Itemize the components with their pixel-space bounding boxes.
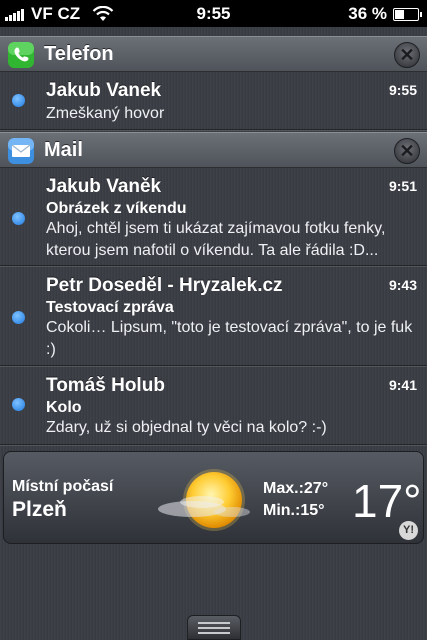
list-item[interactable]: Petr Doseděl - Hryzalek.cz 9:43 Testovac… — [0, 267, 427, 367]
battery-icon — [393, 7, 422, 21]
item-subject: Testovací zpráva — [46, 299, 174, 316]
item-body: Zdary, už si objednal ty věci na kolo? :… — [46, 419, 327, 436]
item-subject: Kolo — [46, 399, 82, 416]
item-time: 9:41 — [388, 377, 417, 393]
section-header-mail: Mail ✕ — [0, 132, 427, 168]
battery-percentage: 36 % — [348, 4, 387, 23]
section-title-mail: Mail — [44, 139, 83, 161]
sun-with-clouds-icon — [158, 469, 250, 531]
weather-max: Max.:27° — [263, 480, 329, 497]
section-title-phone: Telefon — [44, 43, 114, 65]
section-header-phone: Telefon ✕ — [0, 36, 427, 72]
item-body: Ahoj, chtěl jsem ti ukázat zajímavou fot… — [46, 220, 386, 259]
list-item[interactable]: Jakub Vanek 9:55 Zmeškaný hovor — [0, 72, 427, 131]
clear-mail-button[interactable]: ✕ — [394, 138, 420, 164]
item-sender: Tomáš Holub — [46, 375, 165, 396]
unread-dot-icon — [12, 94, 25, 107]
close-icon: ✕ — [399, 45, 415, 65]
item-sender: Petr Doseděl - Hryzalek.cz — [46, 275, 283, 296]
weather-min: Min.:15° — [263, 502, 325, 519]
unread-dot-icon — [12, 212, 25, 225]
weather-city: Plzeň — [12, 498, 67, 521]
clear-phone-button[interactable]: ✕ — [394, 42, 420, 68]
notification-center-handle[interactable] — [187, 615, 241, 640]
weather-temperature: 17° — [352, 475, 422, 527]
unread-dot-icon — [12, 311, 25, 324]
item-time: 9:51 — [388, 178, 417, 194]
item-time: 9:43 — [388, 277, 417, 293]
item-time: 9:55 — [388, 82, 417, 98]
item-body: Zmeškaný hovor — [46, 105, 165, 122]
item-body: Cokoli… Lipsum, "toto je testovací zpráv… — [46, 319, 413, 358]
status-bar: VF CZ 9:55 36 % — [0, 0, 427, 27]
mail-icon — [8, 138, 34, 164]
close-icon: ✕ — [399, 141, 415, 161]
item-sender: Jakub Vaněk — [46, 176, 162, 197]
yahoo-icon: Y! — [399, 521, 418, 540]
unread-dot-icon — [12, 398, 25, 411]
list-item[interactable]: Tomáš Holub 9:41 Kolo Zdary, už si objed… — [0, 367, 427, 446]
phone-icon — [8, 42, 34, 68]
weather-label: Místní počasí — [12, 478, 114, 495]
weather-widget[interactable]: Místní počasí Plzeň Max.:27° Min.:15° 17… — [3, 451, 424, 544]
list-item[interactable]: Jakub Vaněk 9:51 Obrázek z víkendu Ahoj,… — [0, 168, 427, 267]
item-subject: Obrázek z víkendu — [46, 200, 187, 217]
item-sender: Jakub Vanek — [46, 80, 162, 101]
